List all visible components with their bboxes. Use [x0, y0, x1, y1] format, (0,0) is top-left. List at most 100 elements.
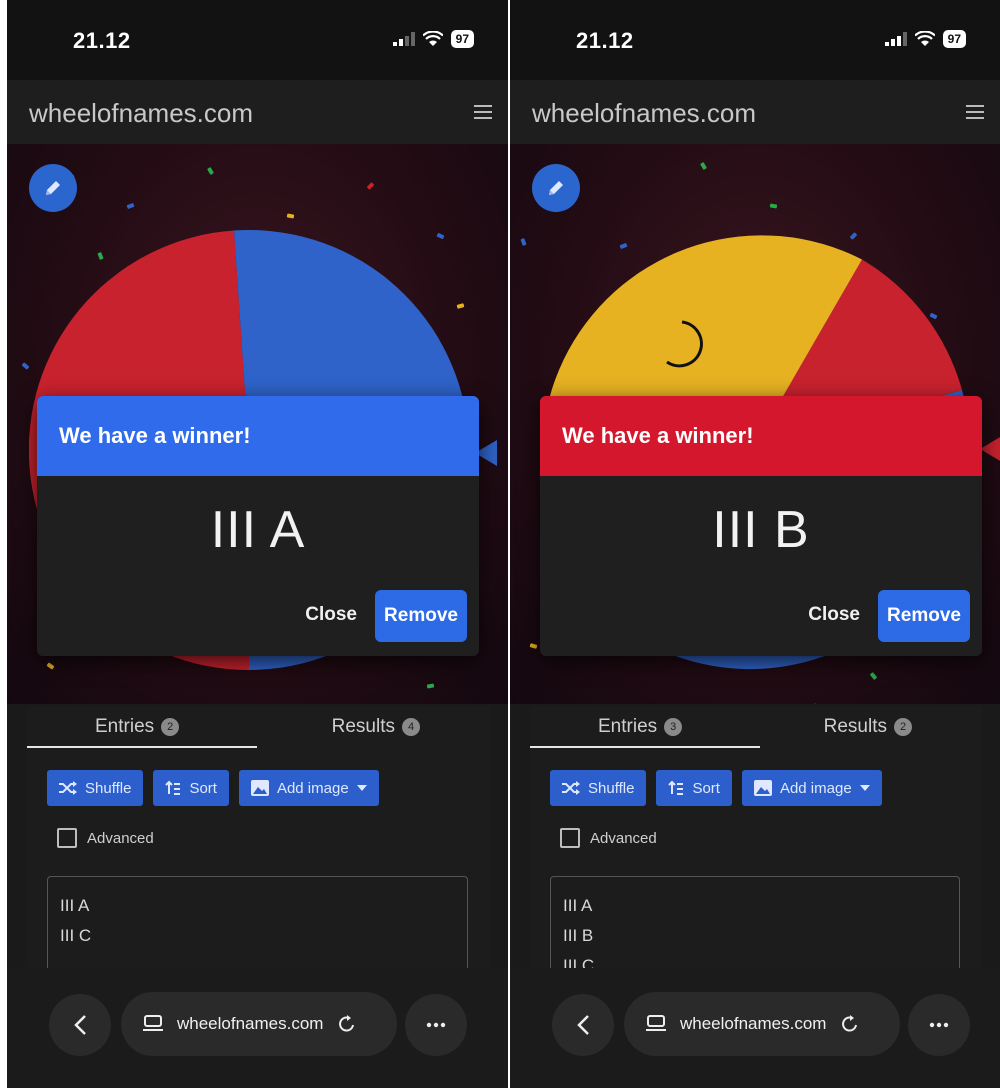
chevron-left-icon — [577, 1015, 589, 1035]
remove-button[interactable]: Remove — [375, 590, 467, 642]
winner-dialog: We have a winner! III A Close Remove — [37, 396, 479, 656]
tab-entries[interactable]: Entries 3 — [598, 716, 683, 738]
hamburger-menu-icon[interactable] — [966, 104, 984, 120]
signal-icon — [392, 32, 415, 46]
more-options-button[interactable] — [908, 994, 970, 1056]
confetti — [869, 672, 878, 680]
confetti — [700, 161, 707, 171]
tab-entries-label: Entries — [598, 716, 658, 737]
wheel-stage: We have a winner! III A Close Remove — [7, 144, 508, 704]
sort-icon — [165, 780, 181, 795]
image-icon — [250, 780, 269, 796]
caret-down-icon — [859, 785, 870, 791]
more-dots-icon — [929, 1022, 949, 1028]
more-dots-icon — [426, 1022, 446, 1028]
battery-indicator: 97 — [450, 30, 474, 48]
confetti — [426, 683, 435, 689]
tab-entries-label: Entries — [95, 716, 155, 737]
site-header: wheelofnames.com — [7, 80, 508, 144]
confetti — [520, 238, 527, 246]
add-image-label: Add image — [276, 779, 349, 797]
shuffle-icon — [562, 781, 580, 795]
back-button[interactable] — [552, 994, 614, 1056]
wheel-stage: We have a winner! III B Close Remove — [510, 144, 1000, 704]
entries-panel: Entries 2 Results 4 Shuffle Sort Add ima… — [27, 706, 490, 968]
entries-textarea[interactable]: III A III B III C — [550, 876, 960, 975]
pencil-icon — [549, 181, 563, 195]
close-button[interactable]: Close — [305, 604, 357, 626]
wheel-pointer-icon — [980, 437, 1000, 461]
shuffle-button[interactable]: Shuffle — [550, 770, 647, 806]
sort-label: Sort — [189, 779, 217, 797]
winner-dialog-header: We have a winner! — [37, 396, 479, 476]
advanced-checkbox[interactable] — [560, 828, 580, 848]
status-icons: 97 — [392, 30, 474, 48]
confetti — [366, 182, 375, 190]
winner-name: III A — [210, 501, 306, 559]
sort-label: Sort — [692, 779, 720, 797]
close-button[interactable]: Close — [808, 604, 860, 626]
tab-results[interactable]: Results 2 — [824, 716, 912, 738]
tab-results[interactable]: Results 4 — [332, 716, 420, 738]
site-title[interactable]: wheelofnames.com — [29, 98, 253, 129]
entry-line: III B — [563, 926, 594, 945]
shuffle-label: Shuffle — [85, 779, 132, 797]
chevron-left-icon — [74, 1015, 86, 1035]
entries-textarea[interactable]: III A III C — [47, 876, 468, 968]
shuffle-button[interactable]: Shuffle — [47, 770, 144, 806]
browser-url: wheelofnames.com — [680, 1014, 827, 1033]
phone-screen-right: 21.12 97 wheelofnames.com We have a winn… — [510, 0, 1000, 1088]
back-button[interactable] — [49, 994, 111, 1056]
results-count-badge: 4 — [402, 718, 420, 736]
status-bar: 21.12 97 — [510, 0, 1000, 80]
battery-indicator: 97 — [942, 30, 966, 48]
image-icon — [753, 780, 772, 796]
remove-button[interactable]: Remove — [878, 590, 970, 642]
winner-dialog-actions: Close Remove — [37, 590, 479, 646]
sort-button[interactable]: Sort — [656, 770, 732, 806]
confetti — [809, 703, 818, 704]
confetti — [286, 213, 295, 219]
reload-icon[interactable] — [337, 1014, 357, 1034]
browser-address-bar[interactable]: wheelofnames.com — [624, 992, 900, 1056]
winner-dialog-header: We have a winner! — [540, 396, 982, 476]
wifi-icon — [422, 31, 443, 46]
advanced-checkbox[interactable] — [57, 828, 77, 848]
browser-toolbar: wheelofnames.com — [510, 968, 1000, 1088]
add-image-label: Add image — [779, 779, 852, 797]
sort-button[interactable]: Sort — [153, 770, 229, 806]
tab-entries[interactable]: Entries 2 — [95, 716, 180, 738]
active-tab-indicator — [530, 746, 760, 748]
reload-icon[interactable] — [840, 1014, 860, 1034]
add-image-button[interactable]: Add image — [741, 770, 882, 806]
status-bar: 21.12 97 — [7, 0, 508, 80]
phone-screen-left: 21.12 97 wheelofnames.com We have a winn… — [7, 0, 508, 1088]
site-title[interactable]: wheelofnames.com — [532, 98, 756, 129]
tab-results-label: Results — [331, 716, 395, 737]
tab-results-label: Results — [823, 716, 887, 737]
browser-url: wheelofnames.com — [177, 1014, 324, 1033]
panel-tabs: Entries 3 Results 2 — [530, 706, 982, 750]
signal-icon — [884, 32, 907, 46]
browser-address-bar[interactable]: wheelofnames.com — [121, 992, 397, 1056]
confetti — [769, 203, 778, 209]
edit-wheel-button[interactable] — [29, 164, 77, 212]
advanced-label: Advanced — [87, 829, 154, 847]
winner-name: III B — [712, 501, 810, 559]
shuffle-icon — [59, 781, 77, 795]
more-options-button[interactable] — [405, 994, 467, 1056]
entry-line: III A — [60, 896, 90, 915]
caret-down-icon — [356, 785, 367, 791]
panel-tabs: Entries 2 Results 4 — [27, 706, 490, 750]
edit-wheel-button[interactable] — [532, 164, 580, 212]
advanced-option[interactable]: Advanced — [560, 828, 657, 848]
pencil-icon — [46, 181, 60, 195]
add-image-button[interactable]: Add image — [238, 770, 379, 806]
winner-dialog: We have a winner! III B Close Remove — [540, 396, 982, 656]
entries-count-badge: 2 — [161, 718, 180, 736]
results-count-badge: 2 — [894, 718, 912, 736]
browser-toolbar: wheelofnames.com — [7, 968, 508, 1088]
advanced-option[interactable]: Advanced — [57, 828, 154, 848]
hamburger-menu-icon[interactable] — [474, 104, 492, 120]
entries-panel: Entries 3 Results 2 Shuffle Sort Add ima… — [530, 706, 982, 975]
